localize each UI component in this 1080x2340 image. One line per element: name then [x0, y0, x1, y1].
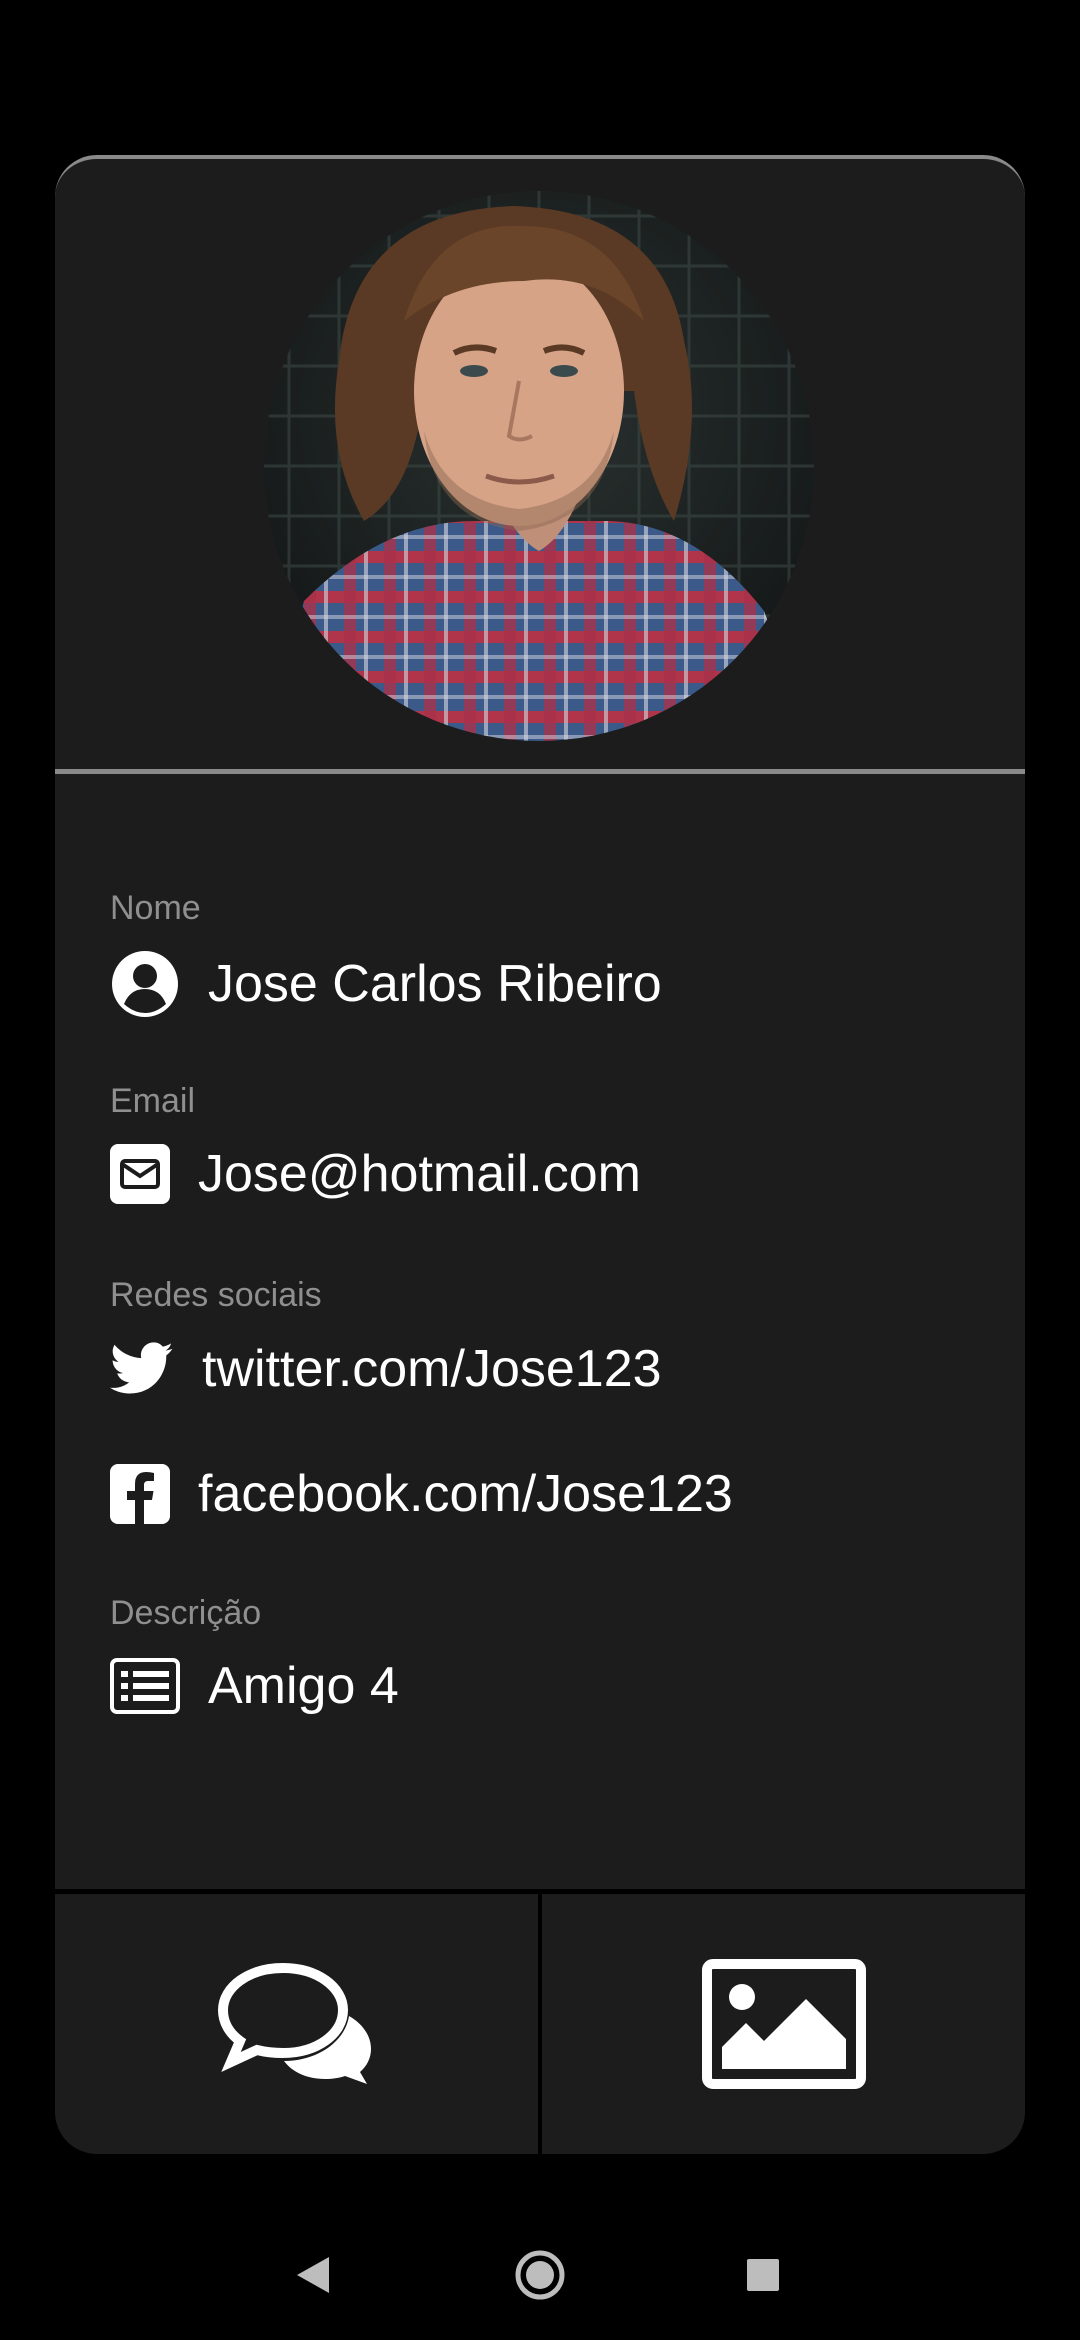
gallery-button[interactable] — [542, 1894, 1025, 2154]
name-label: Nome — [110, 889, 201, 927]
home-circle-icon — [514, 2249, 566, 2306]
description-value: Amigo 4 — [208, 1657, 399, 1715]
chat-bubbles-icon — [217, 1962, 377, 2091]
back-button[interactable] — [253, 2215, 373, 2340]
avatar — [264, 191, 814, 741]
name-row: Jose Carlos Ribeiro — [110, 949, 662, 1019]
email-value: Jose@hotmail.com — [198, 1145, 641, 1203]
system-navigation-bar — [0, 2215, 1080, 2340]
name-value: Jose Carlos Ribeiro — [208, 955, 662, 1013]
envelope-icon — [110, 1144, 170, 1204]
header-divider — [55, 769, 1025, 774]
email-label: Email — [110, 1082, 196, 1120]
user-circle-icon — [110, 949, 180, 1019]
twitter-icon — [110, 1337, 174, 1401]
email-row[interactable]: Jose@hotmail.com — [110, 1144, 641, 1204]
list-icon — [110, 1656, 180, 1716]
description-label: Descrição — [110, 1594, 262, 1632]
home-button[interactable] — [480, 2215, 600, 2340]
image-icon — [701, 1959, 866, 2094]
facebook-row[interactable]: facebook.com/Jose123 — [110, 1464, 733, 1524]
back-triangle-icon — [295, 2255, 331, 2300]
twitter-value: twitter.com/Jose123 — [202, 1340, 662, 1398]
facebook-icon — [110, 1464, 170, 1524]
recents-button[interactable] — [703, 2215, 823, 2340]
recents-square-icon — [745, 2257, 781, 2298]
chat-button[interactable] — [55, 1894, 538, 2154]
profile-card: Nome Jose Carlos Ribeiro Email Jose@hotm… — [55, 155, 1025, 2154]
twitter-row[interactable]: twitter.com/Jose123 — [110, 1337, 662, 1401]
description-row: Amigo 4 — [110, 1656, 399, 1716]
action-bar — [55, 1889, 1025, 2154]
facebook-value: facebook.com/Jose123 — [198, 1465, 733, 1523]
social-label: Redes sociais — [110, 1276, 322, 1314]
